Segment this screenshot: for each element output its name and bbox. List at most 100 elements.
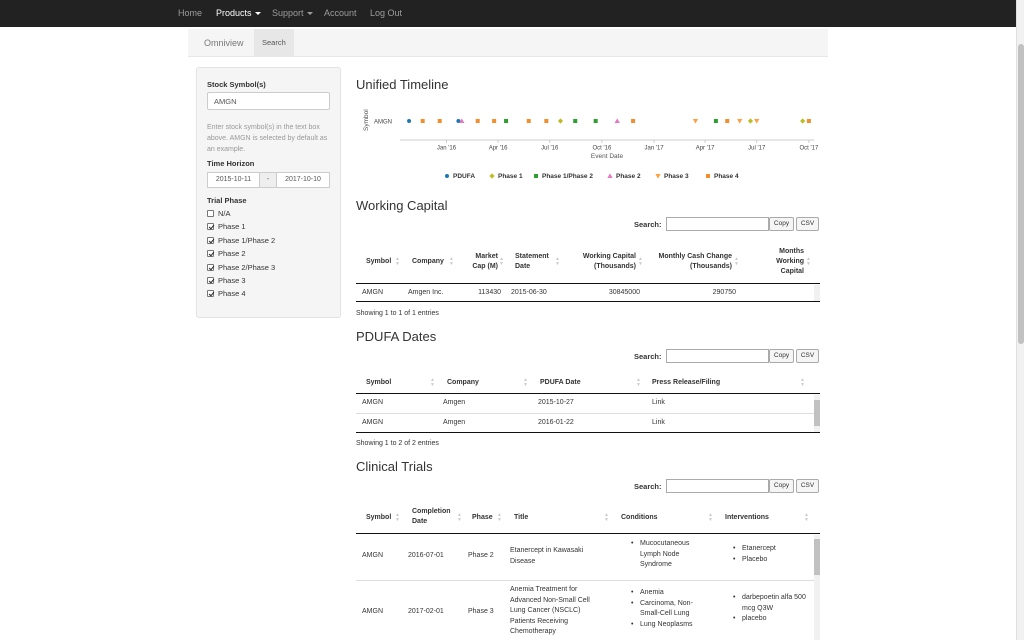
data-point — [725, 119, 730, 123]
checkbox-checked-icon[interactable] — [207, 263, 214, 271]
wc-header-cash-change[interactable]: Monthly Cash Change (Thousands) — [652, 252, 732, 272]
scrollbar-thumb[interactable] — [1018, 44, 1024, 344]
phase-checkbox-row[interactable]: Phase 2/Phase 3 — [207, 263, 275, 272]
ct-completion-date: 2016-07-01 — [408, 552, 444, 559]
nav-products-dropdown[interactable]: Products — [216, 0, 261, 27]
phase-checkbox-row[interactable]: Phase 3 — [207, 276, 246, 285]
date-end-input[interactable]: 2017-10-10 — [276, 172, 330, 188]
data-point — [747, 118, 754, 124]
checkbox-checked-icon[interactable] — [207, 290, 214, 298]
ct-csv-button[interactable]: CSV — [796, 479, 819, 493]
ct-header-interventions[interactable]: Interventions — [725, 513, 769, 523]
ct-interventions-list: darbepoetin alfa 500 mcg Q3Wplacebo — [733, 593, 809, 625]
scrollbar-thumb[interactable] — [814, 400, 820, 426]
checkbox-unchecked-icon[interactable] — [207, 210, 214, 217]
date-separator: - — [259, 172, 277, 188]
pdufa-press-link[interactable]: Link — [652, 418, 665, 428]
tab-omniview[interactable]: Omniview — [196, 29, 252, 57]
filter-sidebar: Stock Symbol(s) Enter stock symbol(s) in… — [196, 67, 341, 318]
tab-search[interactable]: Search — [254, 29, 294, 57]
ct-header-symbol[interactable]: Symbol — [366, 513, 391, 523]
pdufa-csv-button[interactable]: CSV — [796, 349, 819, 363]
checkbox-checked-icon[interactable] — [207, 277, 214, 284]
nav-logout[interactable]: Log Out — [370, 0, 402, 27]
pdufa-search-input[interactable] — [666, 349, 769, 363]
ct-header-completion-date[interactable]: Completion Date — [412, 507, 456, 527]
pdufa-header-date[interactable]: PDUFA Date — [540, 378, 581, 388]
stock-symbol-input[interactable] — [207, 92, 330, 110]
legend-marker — [607, 173, 613, 178]
time-horizon-label: Time Horizon — [207, 159, 255, 168]
pdufa-copy-button[interactable]: Copy — [769, 349, 794, 363]
wc-header-symbol[interactable]: Symbol — [366, 257, 391, 267]
ct-table-scrollbar[interactable] — [814, 535, 820, 640]
pdufa-press-link[interactable]: Link — [652, 398, 665, 408]
pdufa-symbol-link[interactable]: AMGN — [362, 418, 383, 428]
ct-symbol-link[interactable]: AMGN — [362, 607, 383, 617]
ct-copy-button[interactable]: Copy — [769, 479, 794, 493]
legend-label: Phase 1 — [498, 173, 523, 180]
pdufa-table-scrollbar[interactable] — [814, 395, 820, 432]
phase-checkbox-row[interactable]: Phase 4 — [207, 289, 246, 298]
x-tick-label: Apr '16 — [489, 146, 508, 152]
pdufa-header-press[interactable]: Press Release/Filing — [652, 378, 720, 388]
pdufa-symbol-link[interactable]: AMGN — [362, 398, 383, 408]
phase-checkbox-row[interactable]: Phase 1 — [207, 222, 246, 231]
caret-down-icon — [254, 12, 261, 16]
page-scrollbar[interactable] — [1016, 0, 1024, 640]
ct-symbol-link[interactable]: AMGN — [362, 551, 383, 561]
caret-down-icon — [306, 12, 313, 16]
phase-checkbox-label: N/A — [218, 209, 231, 218]
checkbox-checked-icon[interactable] — [207, 236, 214, 244]
phase-checkbox-row[interactable]: Phase 1/Phase 2 — [207, 236, 275, 245]
wc-header-market-cap[interactable]: Market Cap (M) — [462, 252, 498, 272]
phase-checkbox-label: Phase 3 — [218, 276, 246, 285]
phase-checkbox-row[interactable]: N/A — [207, 209, 231, 218]
ct-search-label: Search: — [634, 482, 662, 491]
legend-label: PDUFA — [453, 173, 475, 180]
wc-copy-button[interactable]: Copy — [769, 217, 794, 231]
phase-checkbox-row[interactable]: Phase 2 — [207, 249, 246, 258]
nav-support-dropdown[interactable]: Support — [272, 0, 313, 27]
ct-search-input[interactable] — [666, 479, 769, 493]
ct-header-title[interactable]: Title — [514, 513, 528, 523]
sort-icon: ▲ ▼ — [449, 256, 454, 267]
checkbox-checked-icon[interactable] — [207, 223, 214, 231]
legend-marker — [655, 174, 661, 179]
ct-header-phase[interactable]: Phase — [472, 513, 493, 523]
nav-account[interactable]: Account — [324, 0, 357, 27]
wc-header-company[interactable]: Company — [412, 257, 444, 267]
scrollbar-thumb[interactable] — [814, 539, 820, 575]
wc-symbol-link[interactable]: AMGN — [362, 288, 383, 298]
wc-search-label: Search: — [634, 220, 662, 229]
pdufa-header-company[interactable]: Company — [447, 378, 479, 388]
data-point — [544, 119, 549, 123]
phase-checkbox-label: Phase 2 — [218, 249, 246, 259]
intervention-item: Etanercept — [733, 544, 809, 555]
nav-home[interactable]: Home — [178, 0, 202, 27]
legend-label: Phase 3 — [664, 173, 689, 180]
pdufa-header-symbol[interactable]: Symbol — [366, 378, 391, 388]
pdufa-showing-info: Showing 1 to 2 of 2 entries — [356, 440, 439, 447]
sort-icon: ▲ ▼ — [638, 256, 643, 267]
data-point — [504, 119, 509, 123]
ct-header-conditions[interactable]: Conditions — [621, 513, 658, 523]
pdufa-date: 2016-01-22 — [538, 419, 574, 426]
wc-header-working-capital[interactable]: Working Capital (Thousands) — [570, 252, 636, 272]
wc-header-months[interactable]: Months Working Capital — [764, 247, 804, 277]
sort-icon: ▲ ▼ — [734, 256, 739, 267]
wc-header-statement-date[interactable]: Statement Date — [515, 252, 555, 272]
checkbox-checked-icon[interactable] — [207, 250, 214, 258]
wc-search-input[interactable] — [666, 217, 769, 231]
data-point — [692, 119, 699, 124]
legend-marker — [445, 174, 449, 178]
wc-statement-date: 2015-06-30 — [511, 289, 547, 296]
ct-title-link[interactable]: Anemia Treatment for Advanced Non-Small … — [510, 585, 602, 638]
wc-csv-button[interactable]: CSV — [796, 217, 819, 231]
wc-table-scrollbar[interactable] — [814, 285, 820, 301]
x-tick-label: Jan '17 — [644, 146, 664, 152]
pdufa-table-bottom-divider — [356, 432, 820, 433]
legend-marker — [706, 174, 710, 178]
date-start-input[interactable]: 2015-10-11 — [207, 172, 260, 188]
ct-title-link[interactable]: Etanercept in Kawasaki Disease — [510, 546, 602, 567]
